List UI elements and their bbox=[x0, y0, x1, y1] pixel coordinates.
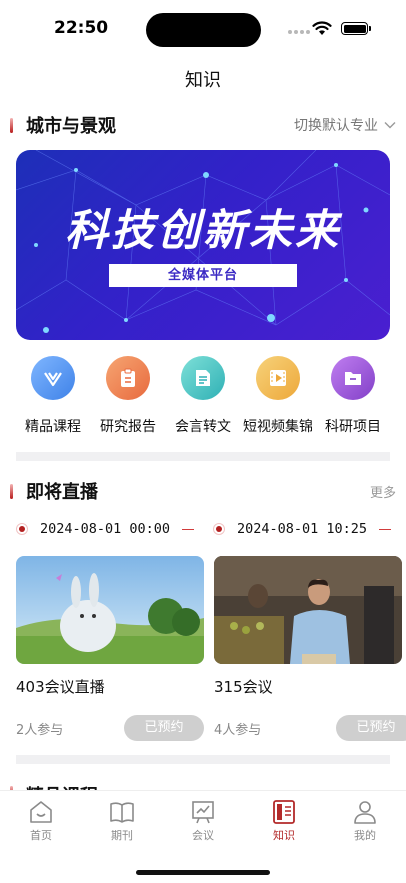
chevron-down-icon bbox=[384, 122, 396, 129]
banner-subtitle: 全媒体平台 bbox=[109, 264, 297, 287]
knowledge-icon bbox=[273, 800, 295, 824]
section-marker bbox=[10, 483, 13, 499]
reserved-button[interactable]: 已预约 bbox=[124, 715, 204, 741]
live-card[interactable]: 315会议 4人参与 已预约 bbox=[214, 556, 406, 741]
tab-label: 我的 bbox=[354, 829, 376, 842]
cartoon-rabbit-image bbox=[16, 556, 204, 664]
promo-banner[interactable]: 科技创新未来 全媒体平台 bbox=[16, 150, 390, 340]
category-courses[interactable]: 精品课程 bbox=[16, 356, 90, 436]
market-photo-image bbox=[214, 556, 402, 664]
category-grid: 精品课程 研究报告 会言转文 短视频集锦 科研项目 bbox=[16, 356, 390, 436]
live-date-item[interactable]: 2024-08-01 00:00 bbox=[16, 518, 195, 540]
book-icon bbox=[110, 802, 134, 823]
tab-journals[interactable]: 期刊 bbox=[92, 799, 152, 843]
heart-badge-icon bbox=[31, 356, 75, 400]
tab-home[interactable]: 首页 bbox=[11, 799, 71, 843]
chart-board-icon bbox=[192, 801, 214, 824]
status-bar: 22:50 bbox=[0, 0, 406, 56]
live-card-title: 403会议直播 bbox=[16, 678, 105, 696]
folder-icon bbox=[331, 356, 375, 400]
section-divider bbox=[16, 452, 390, 461]
tab-label: 会议 bbox=[192, 829, 214, 842]
tab-label: 期刊 bbox=[111, 829, 133, 842]
live-card-title: 315会议 bbox=[214, 678, 273, 696]
signal-dots-icon bbox=[288, 30, 310, 34]
banner-headline: 科技创新未来 bbox=[65, 206, 341, 256]
category-label: 短视频集锦 bbox=[243, 419, 313, 435]
category-speech-to-text[interactable]: 会言转文 bbox=[166, 356, 240, 436]
date-dot-icon bbox=[213, 523, 225, 535]
video-play-icon bbox=[256, 356, 300, 400]
page-title: 知识 bbox=[185, 70, 221, 91]
wifi-icon bbox=[312, 21, 332, 35]
category-research-projects[interactable]: 科研项目 bbox=[316, 356, 390, 436]
category-short-videos[interactable]: 短视频集锦 bbox=[241, 356, 315, 436]
switch-major-button[interactable]: 切换默认专业 bbox=[294, 115, 396, 135]
tab-knowledge[interactable]: 知识 bbox=[254, 799, 314, 843]
tab-meetings[interactable]: 会议 bbox=[173, 799, 233, 843]
live-date-text: 2024-08-01 00:00 bbox=[40, 521, 171, 537]
section-marker bbox=[10, 117, 13, 133]
section-header-city: 城市与景观 切换默认专业 bbox=[10, 112, 396, 138]
live-card[interactable]: 403会议直播 2人参与 已预约 bbox=[16, 556, 204, 741]
more-live-link[interactable]: 更多 bbox=[370, 482, 396, 501]
section-title: 即将直播 bbox=[26, 482, 98, 503]
document-icon bbox=[181, 356, 225, 400]
status-time: 22:50 bbox=[54, 18, 109, 38]
live-thumbnail[interactable] bbox=[214, 556, 402, 664]
participant-count: 2人参与 bbox=[16, 722, 64, 738]
user-icon bbox=[354, 801, 376, 824]
live-date-row: 2024-08-01 00:00 2024-08-01 10:25 bbox=[16, 518, 406, 540]
date-connector bbox=[182, 528, 195, 530]
live-date-text: 2024-08-01 10:25 bbox=[237, 521, 368, 537]
clipboard-icon bbox=[106, 356, 150, 400]
reserved-button[interactable]: 已预约 bbox=[336, 715, 406, 741]
section-header-live: 即将直播 更多 bbox=[10, 478, 396, 504]
category-reports[interactable]: 研究报告 bbox=[91, 356, 165, 436]
live-card-meta: 4人参与 已预约 bbox=[214, 715, 406, 741]
participant-count: 4人参与 bbox=[214, 722, 262, 738]
battery-icon bbox=[341, 22, 371, 35]
category-label: 研究报告 bbox=[100, 419, 156, 435]
tab-label: 首页 bbox=[30, 829, 52, 842]
section-divider bbox=[16, 755, 390, 764]
live-card-meta: 2人参与 已预约 bbox=[16, 715, 204, 741]
date-dot-icon bbox=[16, 523, 28, 535]
category-label: 科研项目 bbox=[325, 419, 381, 435]
live-date-item[interactable]: 2024-08-01 10:25 bbox=[213, 518, 392, 540]
tab-profile[interactable]: 我的 bbox=[335, 799, 395, 843]
category-label: 精品课程 bbox=[25, 419, 81, 435]
section-title: 城市与景观 bbox=[26, 116, 116, 137]
dynamic-island bbox=[146, 13, 261, 47]
date-connector bbox=[379, 528, 392, 530]
tab-label: 知识 bbox=[273, 829, 295, 842]
home-icon bbox=[30, 801, 52, 823]
live-thumbnail[interactable] bbox=[16, 556, 204, 664]
home-indicator bbox=[136, 870, 270, 875]
category-label: 会言转文 bbox=[175, 419, 231, 435]
switch-major-label: 切换默认专业 bbox=[294, 118, 378, 134]
